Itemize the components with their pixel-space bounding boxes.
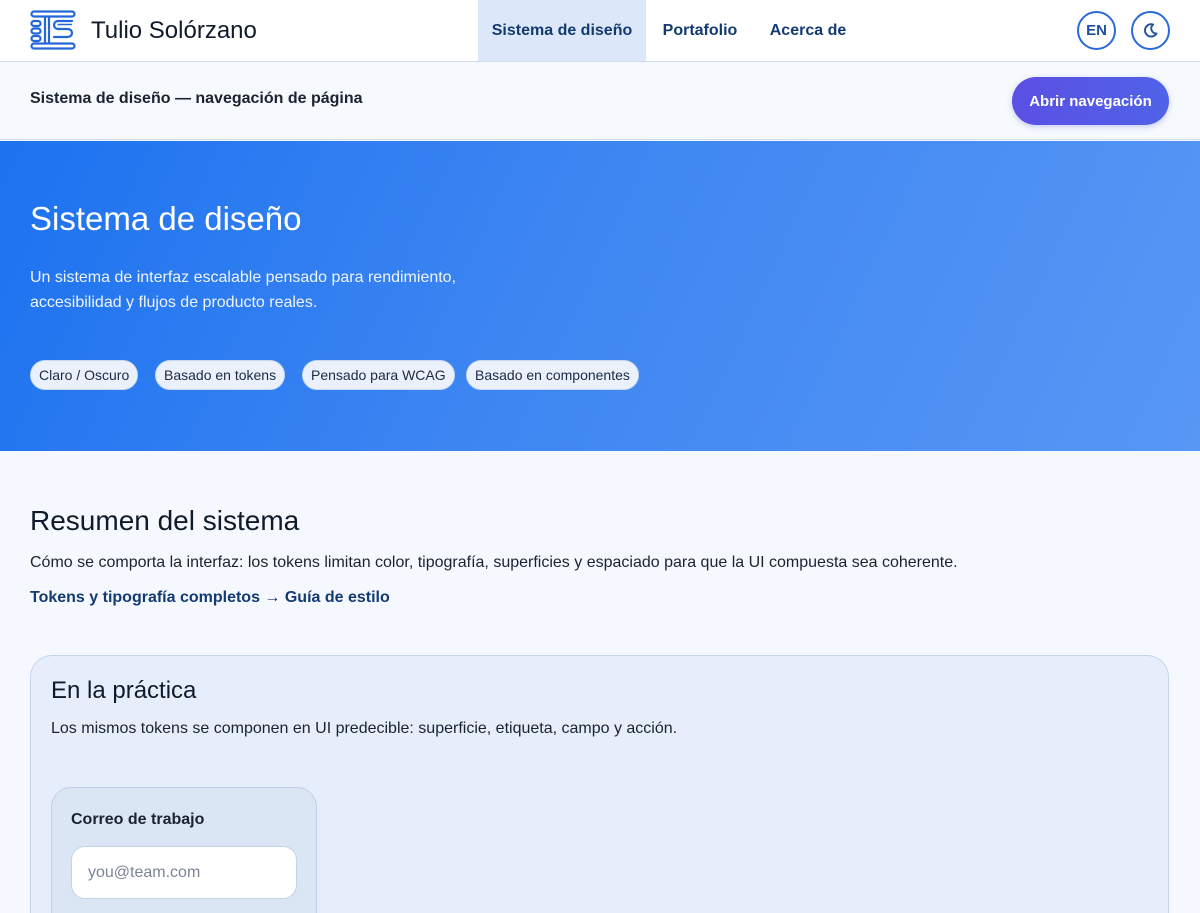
hero-title: Sistema de diseño	[30, 200, 302, 237]
overview-title: Resumen del sistema	[30, 505, 300, 536]
moon-icon	[1144, 23, 1158, 38]
logo-icon[interactable]	[30, 10, 76, 52]
brand-name[interactable]: Tulio Solórzano	[91, 16, 257, 46]
practice-description: Los mismos tokens se componen en UI pred…	[51, 720, 678, 737]
practice-card: En la práctica Los mismos tokens se comp…	[30, 655, 1169, 913]
nav-tab-about[interactable]: Acerca de	[756, 0, 860, 61]
page-navigation-title: Sistema de diseño — navegación de página	[30, 90, 363, 107]
work-email-input[interactable]	[71, 846, 297, 899]
overview-description: Cómo se comporta la interfaz: los tokens…	[30, 554, 958, 571]
nav-tab-design-system[interactable]: Sistema de diseño	[478, 0, 646, 61]
hero-description: Un sistema de interfaz escalable pensado…	[30, 269, 457, 311]
chip-component-based: Basado en componentes	[466, 360, 639, 390]
top-navigation-bar: Tulio Solórzano Sistema de diseño Portaf…	[0, 0, 1200, 62]
language-toggle-button[interactable]: EN	[1077, 11, 1116, 50]
theme-toggle-button[interactable]	[1131, 11, 1170, 50]
hero-banner: Sistema de diseño Un sistema de interfaz…	[0, 141, 1200, 451]
chip-light-dark: Claro / Oscuro	[30, 360, 139, 390]
field-demo-card: Correo de trabajo	[51, 787, 317, 913]
chip-token-based: Basado en tokens	[155, 360, 286, 390]
style-guide-link[interactable]: Tokens y tipografía completos → Guía de …	[30, 587, 390, 609]
chip-wcag: Pensado para WCAG	[302, 360, 455, 390]
nav-tab-portfolio[interactable]: Portafolio	[648, 0, 752, 61]
practice-title: En la práctica	[51, 677, 197, 704]
work-email-label: Correo de trabajo	[71, 811, 205, 828]
open-navigation-button[interactable]: Abrir navegación	[1012, 77, 1169, 125]
page-navigation-bar: Sistema de diseño — navegación de página…	[0, 62, 1200, 140]
